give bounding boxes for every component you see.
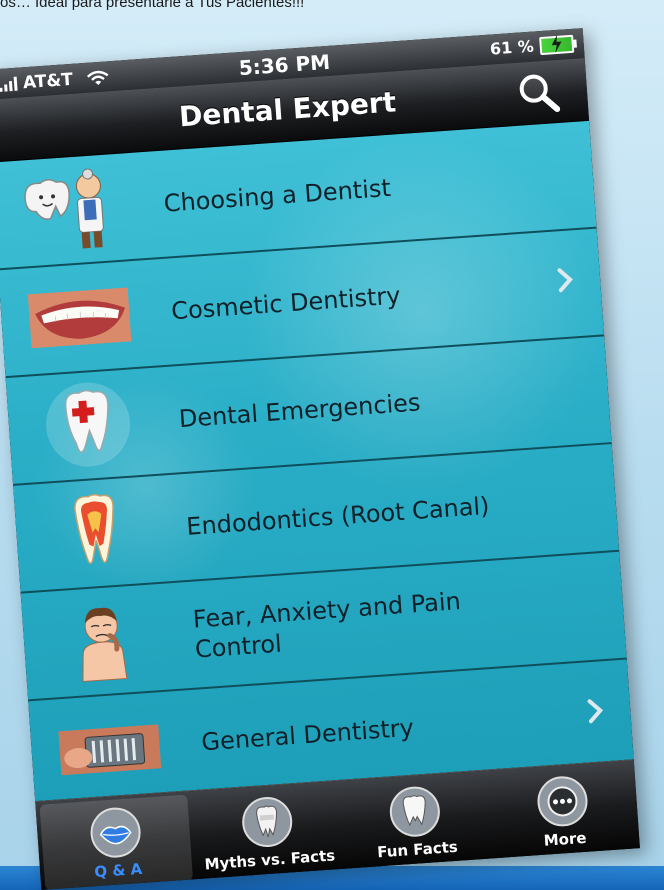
tab-q-and-a[interactable]: Q & A xyxy=(39,794,194,890)
list-item-label: Fear, Anxiety and Pain Control xyxy=(191,587,462,664)
topics-list: Choosing a Dentist Cosmetic Dentistry De… xyxy=(0,120,635,810)
dental-xray-icon xyxy=(58,724,162,776)
list-item-label: Endodontics (Root Canal) xyxy=(185,491,491,541)
tab-label: Myths vs. Facts xyxy=(203,846,336,874)
battery-percent: 61 % xyxy=(489,36,535,59)
tooth-red-cross-icon xyxy=(46,382,131,467)
bandaged-tooth-icon xyxy=(242,797,293,848)
tooth-root-canal-icon xyxy=(74,494,114,564)
chevron-right-icon xyxy=(587,699,604,724)
tab-label: Fun Facts xyxy=(376,837,459,862)
anxious-person-icon xyxy=(82,607,128,683)
caption-text: os… Ideal para presentarle a Tus Pacient… xyxy=(0,0,305,11)
list-item-label: Choosing a Dentist xyxy=(162,173,392,218)
charging-bolt-icon xyxy=(551,34,562,53)
dentist-with-tooth-icon xyxy=(24,168,104,249)
search-icon[interactable] xyxy=(516,70,561,115)
tab-fun-facts[interactable]: Fun Facts xyxy=(339,771,493,870)
tab-myths-vs-facts[interactable]: Myths vs. Facts xyxy=(191,781,345,880)
list-item-label: Cosmetic Dentistry xyxy=(170,281,402,326)
list-item-label: General Dentistry xyxy=(200,713,415,757)
phone-screen: AT&T 5:36 PM 61 % Dental Expert Choosing… xyxy=(0,28,640,890)
chevron-right-icon xyxy=(557,268,573,293)
tab-more[interactable]: More xyxy=(486,760,640,859)
list-item-label: Dental Emergencies xyxy=(177,388,422,434)
more-dots-icon xyxy=(537,776,588,827)
smile-icon xyxy=(27,287,132,349)
tooth-icon xyxy=(389,786,440,837)
tab-label: Q & A xyxy=(93,859,143,882)
lips-icon xyxy=(90,807,141,858)
battery-icon xyxy=(539,34,575,55)
tab-label: More xyxy=(543,828,588,850)
